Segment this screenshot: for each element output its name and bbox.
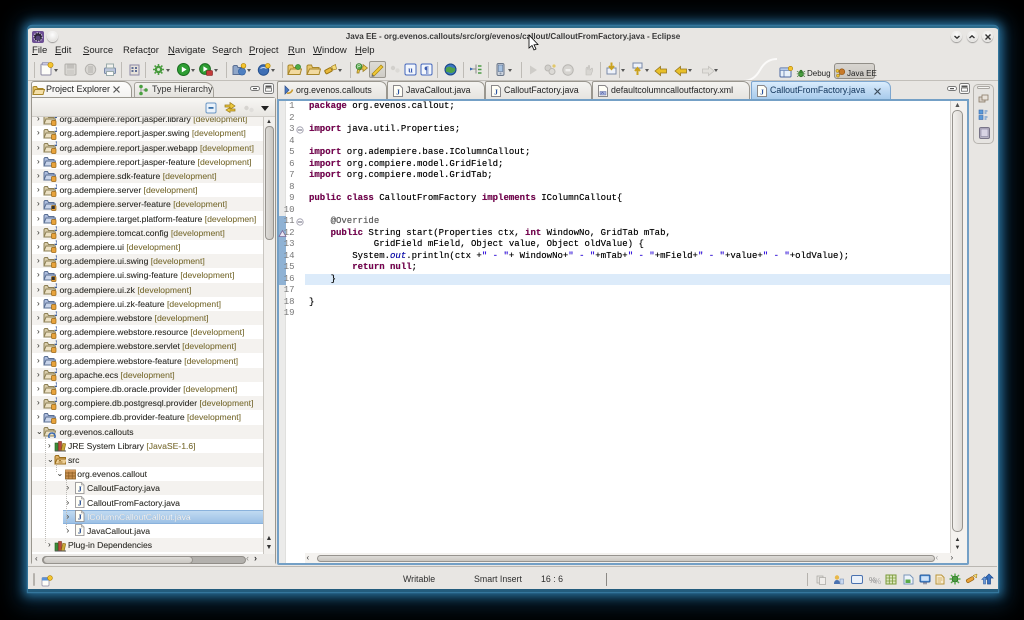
svg-text:J: J <box>54 117 57 120</box>
svg-text:J: J <box>54 227 57 233</box>
svg-text:J: J <box>77 499 81 508</box>
svg-text:J: J <box>77 513 81 522</box>
svg-text:J: J <box>54 185 57 191</box>
svg-text:J: J <box>54 383 57 389</box>
svg-text:J: J <box>77 527 81 536</box>
svg-text:J: J <box>760 87 764 96</box>
svg-text:J: J <box>54 241 57 247</box>
svg-text:J: J <box>54 369 57 375</box>
svg-text:J: J <box>54 142 57 148</box>
svg-text:J: J <box>54 256 57 262</box>
svg-text:P: P <box>357 65 361 71</box>
svg-text:¶: ¶ <box>424 65 429 75</box>
svg-text:J: J <box>77 484 81 493</box>
svg-text:J: J <box>494 87 498 96</box>
svg-text:J: J <box>396 87 400 96</box>
svg-text:J: J <box>54 128 57 134</box>
svg-text:u: u <box>408 66 413 75</box>
svg-text:J: J <box>54 284 57 290</box>
svg-text:J: J <box>54 398 57 404</box>
svg-text:J: J <box>54 312 57 318</box>
svg-text:J: J <box>54 341 57 347</box>
svg-text:J: J <box>54 327 57 333</box>
svg-text:%: % <box>874 577 881 585</box>
